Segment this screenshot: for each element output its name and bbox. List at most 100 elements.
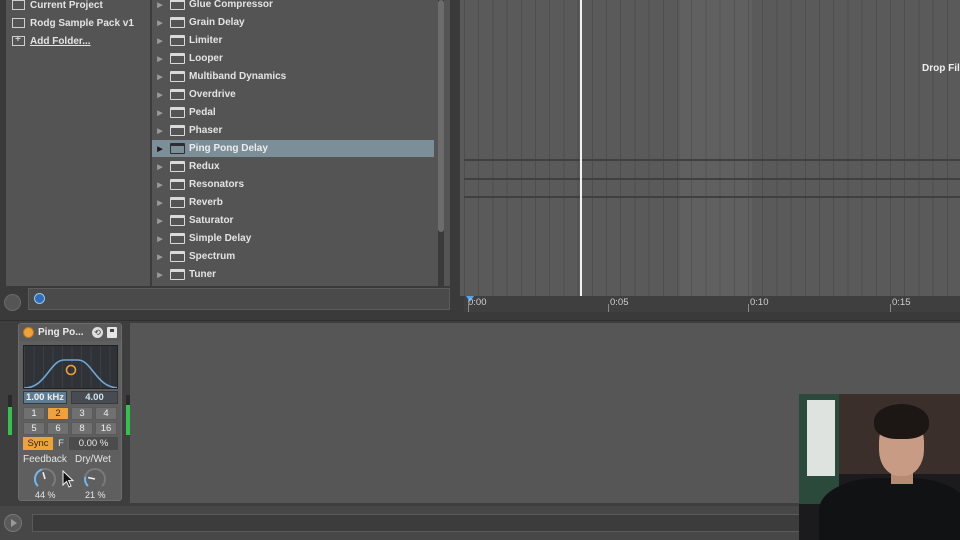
preview-play-icon[interactable] [4, 514, 22, 532]
drywet-knob[interactable] [83, 467, 107, 491]
hotswap-icon[interactable] [34, 293, 45, 304]
browser-toggle-icon[interactable] [4, 294, 21, 311]
list-item[interactable]: ▶ Redux [152, 158, 434, 175]
ruler-label: 0:00 [468, 297, 487, 308]
list-item[interactable]: ▶ Saturator [152, 212, 434, 229]
list-item[interactable]: ▶ Grain Delay [152, 14, 434, 31]
list-item[interactable]: ▶ Resonators [152, 176, 434, 193]
expand-arrow-icon[interactable]: ▶ [153, 109, 167, 117]
beat-button-1[interactable]: 1 [23, 407, 45, 420]
feedback-label: Feedback [23, 454, 67, 465]
beat-button-5[interactable]: 5 [23, 422, 45, 435]
delay-offset-field[interactable]: 0.00 % [69, 437, 118, 450]
beat-button-6[interactable]: 6 [47, 422, 69, 435]
place-rodg-sample-pack[interactable]: Rodg Sample Pack v1 [12, 15, 134, 31]
item-label: Resonators [189, 179, 245, 190]
list-item[interactable]: ▶ Looper [152, 50, 434, 67]
expand-arrow-icon[interactable]: ▶ [153, 73, 167, 81]
filter-curve [24, 359, 117, 388]
ruler-tick [608, 304, 609, 312]
beat-button-8[interactable]: 8 [71, 422, 93, 435]
list-item[interactable]: ▶ Pedal [152, 104, 434, 121]
place-current-project[interactable]: Current Project [12, 0, 103, 13]
frequency-field[interactable]: 1.00 kHz [23, 391, 67, 404]
feedback-knob[interactable] [33, 467, 57, 491]
ruler-tick [890, 304, 891, 312]
expand-arrow-icon[interactable]: ▶ [153, 55, 167, 63]
track-divider [464, 178, 960, 180]
list-item[interactable]: ▶ Simple Delay [152, 230, 434, 247]
device-folder-icon [170, 215, 185, 226]
mouse-cursor-icon [62, 470, 74, 488]
width-field[interactable]: 4.00 [71, 391, 118, 404]
frequency-unit: kHz [47, 392, 65, 403]
list-item[interactable]: ▶ Tuner [152, 266, 434, 283]
expand-arrow-icon[interactable]: ▶ [153, 91, 167, 99]
beat-button-2[interactable]: 2 [47, 407, 69, 420]
drywet-label: Dry/Wet [75, 454, 111, 465]
status-field [32, 514, 802, 532]
item-label: Tuner [189, 269, 217, 280]
input-meter [8, 395, 12, 435]
ruler-label: 0:15 [892, 297, 911, 308]
expand-arrow-icon[interactable]: ▶ [153, 199, 167, 207]
arrangement-left-edge [450, 0, 460, 312]
sync-button[interactable]: Sync [23, 437, 53, 450]
beat-button-16[interactable]: 16 [95, 422, 117, 435]
device-folder-icon [170, 233, 185, 244]
item-label: Spectrum [189, 251, 236, 262]
item-label: Overdrive [189, 89, 236, 100]
track-divider [464, 159, 960, 161]
item-label: Reverb [189, 197, 223, 208]
browser-footer [28, 288, 450, 310]
drywet-value: 21 % [85, 490, 106, 500]
project-icon [12, 0, 25, 10]
add-folder-link[interactable]: Add Folder... [12, 33, 91, 49]
list-item[interactable]: ▶ Glue Compressor [152, 0, 434, 13]
item-label: Glue Compressor [189, 0, 273, 10]
beat-button-3[interactable]: 3 [71, 407, 93, 420]
time-ruler[interactable]: 0:00 0:05 0:10 0:15 [464, 296, 960, 312]
list-item[interactable]: ▶ Reverb [152, 194, 434, 211]
expand-arrow-icon[interactable]: ▶ [153, 235, 167, 243]
ruler-label: 0:05 [610, 297, 629, 308]
list-item-selected[interactable]: ▶ Ping Pong Delay [152, 140, 434, 157]
expand-arrow-icon[interactable]: ▶ [153, 1, 167, 9]
freeze-button[interactable]: F [55, 437, 67, 450]
list-item[interactable]: ▶ Overdrive [152, 86, 434, 103]
expand-arrow-icon[interactable]: ▶ [153, 253, 167, 261]
arrangement-view[interactable]: Drop File [460, 0, 960, 296]
device-folder-icon [170, 269, 185, 280]
list-item[interactable]: ▶ Phaser [152, 122, 434, 139]
list-item[interactable]: ▶ Multiband Dynamics [152, 68, 434, 85]
device-activator-button[interactable] [23, 327, 34, 338]
folder-icon [12, 18, 25, 28]
ruler-tick [748, 304, 749, 312]
device-folder-icon [170, 35, 185, 46]
beat-button-4[interactable]: 4 [95, 407, 117, 420]
hot-swap-icon[interactable]: ⟲ [92, 327, 103, 338]
expand-arrow-icon[interactable]: ▶ [153, 37, 167, 45]
device-title-bar[interactable]: Ping Po... ⟲ [19, 324, 121, 341]
device-folder-icon [170, 107, 185, 118]
expand-arrow-icon[interactable]: ▶ [153, 127, 167, 135]
item-label: Phaser [189, 125, 223, 136]
expand-arrow-icon[interactable]: ▶ [153, 163, 167, 171]
item-label: Simple Delay [189, 233, 252, 244]
device-folder-icon [170, 143, 185, 154]
expand-arrow-icon[interactable]: ▶ [153, 217, 167, 225]
filter-display[interactable] [23, 345, 118, 389]
browser-places-panel: Current Project Rodg Sample Pack v1 Add … [6, 0, 151, 286]
list-item[interactable]: ▶ Limiter [152, 32, 434, 49]
filter-handle[interactable] [65, 364, 77, 376]
list-item[interactable]: ▶ Spectrum [152, 248, 434, 265]
output-meter [126, 395, 130, 435]
expand-arrow-icon[interactable]: ▶ [153, 19, 167, 27]
expand-arrow-icon[interactable]: ▶ [153, 145, 167, 153]
expand-arrow-icon[interactable]: ▶ [153, 271, 167, 279]
playhead[interactable] [580, 0, 582, 296]
item-label: Ping Pong Delay [189, 143, 268, 154]
feedback-value: 44 % [35, 490, 56, 500]
expand-arrow-icon[interactable]: ▶ [153, 181, 167, 189]
save-preset-icon[interactable] [107, 327, 117, 338]
